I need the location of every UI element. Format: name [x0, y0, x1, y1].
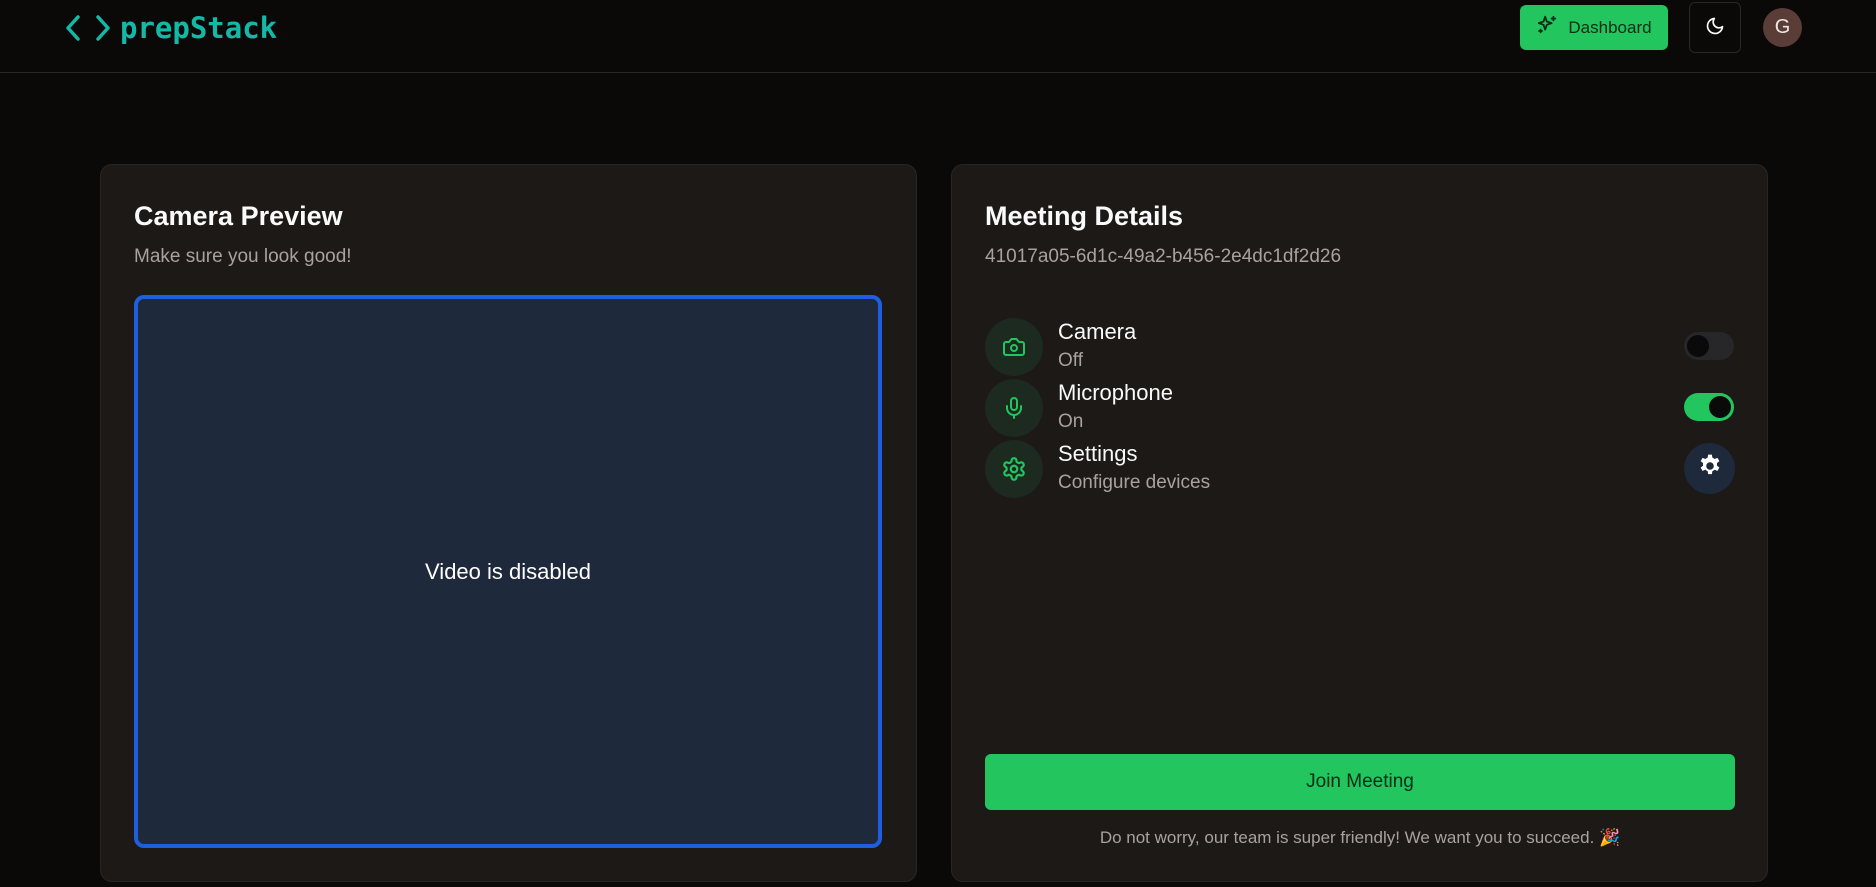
top-navbar: prepStack Dashboard G [0, 0, 1876, 73]
mic-icon [985, 379, 1043, 437]
theme-toggle-button[interactable] [1689, 2, 1741, 53]
toggle-knob [1709, 396, 1731, 418]
camera-preview-card: Camera Preview Make sure you look good! … [100, 164, 917, 882]
avatar-initial: G [1774, 16, 1791, 38]
microphone-label: Microphone [1058, 380, 1173, 405]
settings-status: Configure devices [1058, 472, 1211, 493]
camera-label: Camera [1058, 319, 1137, 344]
footnote-text: Do not worry, our team is super friendly… [1099, 828, 1621, 847]
camera-preview-subtitle: Make sure you look good! [134, 246, 352, 267]
meeting-details-title: Meeting Details [985, 201, 1184, 231]
dashboard-button-label: Dashboard [1568, 17, 1652, 37]
camera-row: Camera Off [985, 318, 1735, 376]
logo-link[interactable]: prepStack [66, 8, 277, 48]
settings-icon [985, 440, 1043, 498]
avatar[interactable]: G [1763, 8, 1802, 47]
meeting-details-card: Meeting Details 41017a05-6d1c-49a2-b456-… [951, 164, 1768, 882]
camera-preview-title: Camera Preview [134, 201, 343, 231]
sparkles-icon [1536, 14, 1558, 41]
microphone-status: On [1058, 411, 1084, 432]
moon-icon [1705, 16, 1725, 39]
settings-row: Settings Configure devices [985, 440, 1735, 498]
microphone-row: Microphone On [985, 379, 1735, 437]
gear-icon [1697, 453, 1723, 484]
toggle-knob [1687, 335, 1709, 357]
settings-button[interactable] [1684, 443, 1735, 494]
camera-status: Off [1058, 350, 1083, 371]
join-meeting-button[interactable]: Join Meeting [985, 754, 1735, 810]
logo-text: prepStack [120, 11, 278, 45]
code-brackets-icon [66, 13, 110, 43]
camera-icon [985, 318, 1043, 376]
video-status-text: Video is disabled [425, 558, 591, 584]
settings-label: Settings [1058, 441, 1138, 466]
meeting-id: 41017a05-6d1c-49a2-b456-2e4dc1df2d26 [985, 246, 1342, 267]
camera-toggle[interactable] [1684, 332, 1734, 360]
microphone-toggle[interactable] [1684, 393, 1734, 421]
video-preview: Video is disabled [134, 295, 882, 848]
dashboard-button[interactable]: Dashboard [1520, 5, 1668, 50]
